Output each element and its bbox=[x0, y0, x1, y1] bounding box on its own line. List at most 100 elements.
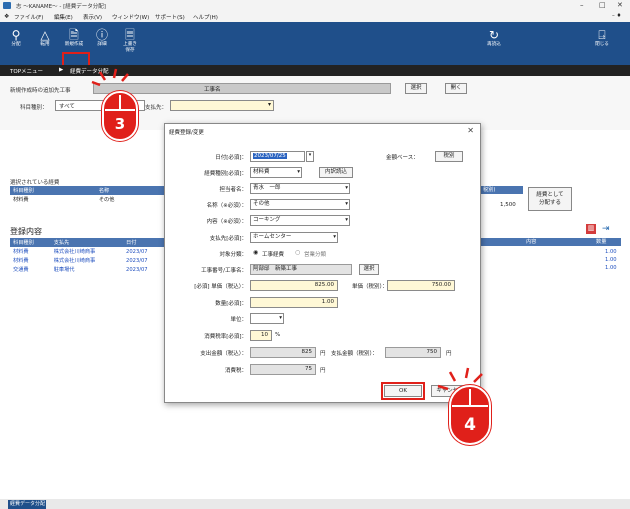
table-row[interactable]: 材料費 その他 bbox=[10, 195, 165, 204]
registered-title: 登録内容 bbox=[10, 227, 42, 236]
radio-sales-category[interactable]: ○ bbox=[295, 249, 300, 256]
title-bar: 志 ～KANAME～ - [経費データ分配] – □ ✕ bbox=[0, 0, 630, 11]
tax-rate-label: 消費税率[必須]： bbox=[204, 334, 247, 340]
col-payee: 支払先 bbox=[50, 238, 124, 247]
table-header-row: 科目種別 名称 bbox=[10, 186, 165, 195]
mouse-callout-3: 3 bbox=[102, 91, 138, 141]
person-select[interactable]: 青水 一郎 ▾ bbox=[250, 183, 350, 194]
radio-project-expense-label: 工事経費 bbox=[262, 252, 285, 258]
unit-price-excl-input[interactable]: 750.00 bbox=[387, 280, 455, 291]
cell-name: その他 bbox=[98, 197, 115, 203]
delete-icon[interactable]: ▥ bbox=[586, 224, 596, 234]
menu-support[interactable]: サポート(S) bbox=[155, 13, 185, 21]
table-row[interactable]: 材料費 株式会社川崎商事 2023/07 bbox=[10, 256, 165, 265]
payee-select[interactable]: ▾ bbox=[170, 100, 274, 111]
cell-category: 材料費 bbox=[13, 258, 29, 264]
cell-qty: 1.00 bbox=[605, 265, 617, 271]
category-label: 科目種別： bbox=[20, 105, 48, 111]
content-select[interactable]: コーキング ▾ bbox=[250, 215, 350, 226]
name-label: 名称（※必須）： bbox=[206, 203, 247, 209]
split-icon: ⚲ bbox=[11, 28, 21, 42]
cell-payee: 株式会社川崎商事 bbox=[53, 249, 96, 255]
app-icon bbox=[3, 2, 11, 9]
date-input[interactable]: 2023/07/25 bbox=[250, 151, 305, 162]
person-value: 青水 一郎 bbox=[253, 185, 281, 191]
cell-category: 交通費 bbox=[13, 267, 29, 273]
unit-price-incl-input[interactable]: 825.00 bbox=[250, 280, 338, 291]
app-menu-icon[interactable]: ❖ bbox=[4, 13, 9, 20]
highlight-ok-button bbox=[381, 382, 425, 400]
transfer-button[interactable]: △ 転用 bbox=[33, 26, 57, 60]
breadcrumb-top[interactable]: TOPメニュー bbox=[10, 67, 43, 75]
col-category: 科目種別 bbox=[10, 238, 51, 247]
close-window-button[interactable]: ✕ bbox=[617, 1, 623, 9]
project-open-button[interactable]: 開く bbox=[445, 83, 467, 94]
menu-view[interactable]: 表示(V) bbox=[83, 13, 102, 21]
unit-price-incl-label: [必須] 単価（税込）： bbox=[194, 284, 247, 290]
cell-date: 2023/07 bbox=[126, 266, 148, 273]
pay-incl-value: 825 bbox=[250, 347, 316, 358]
dialog-project-select-button[interactable]: 選択 bbox=[359, 264, 379, 275]
cell-payee: 駐車場代 bbox=[53, 267, 75, 273]
name-select[interactable]: その他 ▾ bbox=[250, 199, 350, 210]
exit-icon: ⍈ bbox=[598, 28, 606, 42]
dialog-title: 経費登録/変更 bbox=[169, 130, 204, 136]
payee-label: 支払先： bbox=[145, 105, 168, 111]
save-icon: 🗏 bbox=[125, 28, 135, 42]
chevron-down-icon: ▾ bbox=[297, 169, 300, 175]
tax-rate-unit: % bbox=[275, 332, 281, 338]
unit-price-excl-label: 単価（税別）： bbox=[352, 284, 388, 290]
cell-date: 2023/07 bbox=[126, 257, 148, 264]
tax-rate-input[interactable]: 10 bbox=[250, 330, 272, 341]
unit-select[interactable]: ▾ bbox=[250, 313, 284, 324]
menu-edit[interactable]: 編集(E) bbox=[54, 13, 73, 21]
expense-type-label: 経費種別[必須]： bbox=[204, 171, 247, 177]
menu-file[interactable]: ファイル(F) bbox=[14, 13, 43, 21]
pay-excl-value: 750 bbox=[385, 347, 441, 358]
selected-amount: 1,500 bbox=[500, 202, 516, 208]
amount-base-button[interactable]: 税別 bbox=[435, 151, 463, 162]
export-icon[interactable]: ⇥ bbox=[602, 224, 610, 234]
amount-base-label: 金額ベース： bbox=[386, 155, 419, 161]
overwrite-save-button[interactable]: 🗏 上書き 保存 bbox=[118, 26, 142, 60]
detail-button[interactable]: ⓘ 詳細 bbox=[90, 26, 114, 60]
cell-category: 材料費 bbox=[13, 197, 29, 203]
menu-restore-icon[interactable]: – ♦ bbox=[612, 13, 621, 19]
yen-unit: 円 bbox=[320, 351, 326, 357]
table-row[interactable]: 交通費 駐車場代 2023/07 bbox=[10, 265, 165, 274]
minimize-button[interactable]: – bbox=[580, 1, 584, 9]
close-screen-button[interactable]: ⍈ 閉じる bbox=[590, 26, 614, 60]
step-number-4: 4 bbox=[464, 415, 476, 435]
dialog-close-button[interactable]: ✕ bbox=[467, 126, 474, 135]
project-label: 工事番号/工事名： bbox=[201, 268, 247, 274]
person-label: 担当者名： bbox=[219, 187, 247, 193]
info-icon: ⓘ bbox=[95, 28, 108, 42]
reload-button[interactable]: ↻ 再読込 bbox=[481, 26, 507, 60]
dialog-payee-label: 支払先[必須]： bbox=[209, 236, 247, 242]
project-select-button[interactable]: 選択 bbox=[405, 83, 427, 94]
click-burst-icon bbox=[91, 68, 129, 87]
internal-read-button[interactable]: 内訳読込 bbox=[319, 167, 353, 178]
date-dropdown-button[interactable]: ▾ bbox=[306, 151, 314, 162]
menu-window[interactable]: ウィンドウ(W) bbox=[112, 13, 149, 21]
mouse-divider bbox=[119, 95, 121, 109]
table-row[interactable]: 材料費 株式会社川崎商事 2023/07 bbox=[10, 247, 165, 256]
selected-expenses-table: 科目種別 名称 材料費 その他 bbox=[10, 186, 165, 210]
pay-excl-label: 支払金額（税別）： bbox=[331, 351, 378, 357]
mouse-divider bbox=[452, 405, 488, 407]
dialog-payee-value: ホームセンター bbox=[253, 234, 292, 240]
col-content: 内容 bbox=[526, 239, 537, 245]
col-date: 日付 bbox=[123, 238, 165, 247]
chevron-down-icon: ▾ bbox=[333, 234, 336, 240]
split-button[interactable]: ⚲ 分配 bbox=[4, 26, 28, 60]
radio-project-expense[interactable]: ◉ bbox=[253, 249, 258, 256]
expense-type-select[interactable]: 材料費 ▾ bbox=[250, 167, 302, 178]
content-label: 内容（※必須）： bbox=[206, 219, 247, 225]
qty-input[interactable]: 1.00 bbox=[250, 297, 338, 308]
maximize-button[interactable]: □ bbox=[599, 1, 606, 9]
split-as-expense-button[interactable]: 経費として 分配する bbox=[528, 187, 572, 211]
dialog-payee-select[interactable]: ホームセンター ▾ bbox=[250, 232, 338, 243]
registered-right-header: 内容 数量 bbox=[481, 238, 621, 246]
status-tab[interactable]: 経費データ分配 bbox=[8, 500, 46, 509]
menu-help[interactable]: ヘルプ(H) bbox=[193, 13, 218, 21]
